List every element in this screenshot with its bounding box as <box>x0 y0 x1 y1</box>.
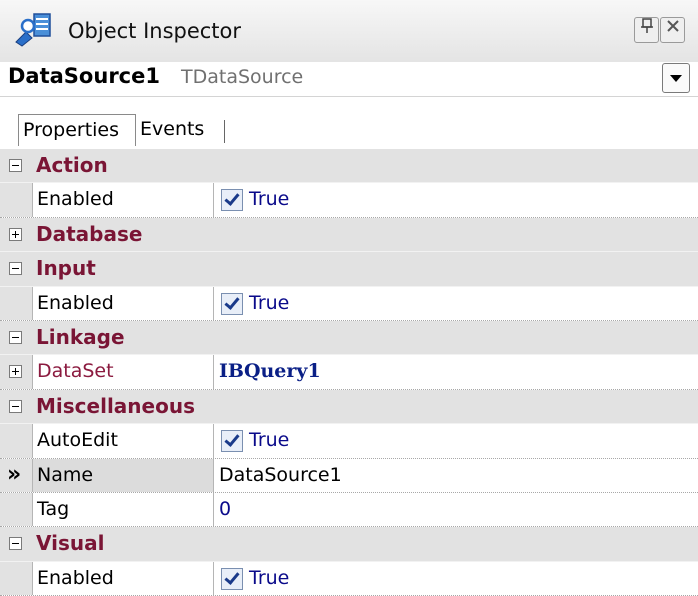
property-value: True <box>249 291 290 314</box>
property-name: AutoEdit <box>37 429 118 452</box>
category-visual[interactable]: Visual <box>0 527 698 562</box>
chevron-down-icon[interactable] <box>662 63 690 93</box>
row-gutter: » <box>0 458 33 492</box>
property-row-enabled[interactable]: Enabled True <box>0 286 698 321</box>
category-miscellaneous[interactable]: Miscellaneous <box>0 389 698 425</box>
property-row-dataset[interactable]: DataSet IBQuery1 <box>0 355 698 390</box>
expand-icon[interactable] <box>9 227 22 241</box>
row-gutter <box>0 561 33 596</box>
category-input[interactable]: Input <box>0 252 698 287</box>
close-icon[interactable] <box>660 17 685 43</box>
property-value-input[interactable]: DataSource1 <box>219 464 342 486</box>
property-name: Tag <box>37 497 70 520</box>
expand-icon[interactable] <box>9 365 22 379</box>
title-bar: Object Inspector <box>0 0 698 63</box>
property-value-cell[interactable]: True <box>215 562 698 595</box>
property-row-enabled[interactable]: Enabled True <box>0 561 698 596</box>
property-name: Enabled <box>37 566 114 589</box>
category-label: Linkage <box>36 324 125 349</box>
property-name-cell[interactable]: Enabled <box>33 286 214 320</box>
selected-row-marker-icon: » <box>7 461 22 487</box>
row-gutter <box>0 355 33 389</box>
property-value: True <box>249 566 290 589</box>
row-gutter <box>0 183 33 217</box>
category-linkage[interactable]: Linkage <box>0 320 698 356</box>
checkbox-checked-icon[interactable] <box>221 567 243 590</box>
property-value: 0 <box>219 497 232 520</box>
property-name-cell[interactable]: Tag <box>33 492 214 527</box>
window-title: Object Inspector <box>68 19 242 43</box>
tab-divider <box>224 120 225 143</box>
row-gutter <box>0 492 33 527</box>
category-label: Miscellaneous <box>36 393 195 418</box>
property-value: True <box>249 429 290 452</box>
checkbox-checked-icon[interactable] <box>221 430 243 453</box>
property-row-tag[interactable]: Tag 0 <box>0 492 698 528</box>
property-name: Enabled <box>37 291 114 314</box>
property-name: DataSet <box>37 360 114 383</box>
property-value: IBQuery1 <box>219 360 321 383</box>
collapse-icon[interactable] <box>9 537 22 551</box>
tab-properties[interactable]: Properties <box>18 114 136 146</box>
tab-strip: Properties Events <box>0 96 698 148</box>
object-name: DataSource1 <box>8 64 160 88</box>
category-label: Visual <box>36 531 105 556</box>
property-value-cell[interactable]: True <box>215 183 698 216</box>
property-value-cell[interactable]: IBQuery1 <box>215 355 698 388</box>
property-name-cell[interactable]: AutoEdit <box>33 424 214 458</box>
property-name-cell[interactable]: Name <box>33 458 214 492</box>
collapse-icon[interactable] <box>9 330 22 344</box>
object-selector[interactable]: DataSource1 TDataSource <box>0 62 698 97</box>
property-value: True <box>249 188 290 211</box>
property-name-cell[interactable]: Enabled <box>33 183 214 217</box>
property-name: Enabled <box>37 188 114 211</box>
row-gutter <box>0 424 33 458</box>
checkbox-checked-icon[interactable] <box>221 189 243 212</box>
property-name-cell[interactable]: Enabled <box>33 561 214 596</box>
checkbox-checked-icon[interactable] <box>221 292 243 315</box>
collapse-icon[interactable] <box>9 262 22 276</box>
object-type: TDataSource <box>181 66 304 88</box>
property-value-cell[interactable]: 0 <box>215 493 698 526</box>
property-row-autoedit[interactable]: AutoEdit True <box>0 424 698 459</box>
property-row-enabled[interactable]: Enabled True <box>0 183 698 218</box>
property-grid: Action Enabled True Database Input Enabl… <box>0 149 698 596</box>
property-name-cell[interactable]: DataSet <box>33 355 214 389</box>
pin-icon[interactable] <box>634 17 659 43</box>
category-action[interactable]: Action <box>0 149 698 184</box>
property-value-cell[interactable]: True <box>215 287 698 320</box>
row-gutter <box>0 286 33 320</box>
tab-events[interactable]: Events <box>136 114 222 145</box>
category-label: Database <box>36 221 143 246</box>
category-label: Action <box>36 153 108 177</box>
collapse-icon[interactable] <box>9 399 22 413</box>
category-database[interactable]: Database <box>0 217 698 253</box>
property-value-cell[interactable]: DataSource1 <box>215 459 698 492</box>
object-inspector-icon <box>14 12 54 48</box>
property-value-cell[interactable]: True <box>215 424 698 457</box>
category-label: Input <box>36 256 96 281</box>
property-name: Name <box>37 463 94 486</box>
property-row-name[interactable]: » Name DataSource1 <box>0 458 698 493</box>
collapse-icon[interactable] <box>9 159 22 172</box>
